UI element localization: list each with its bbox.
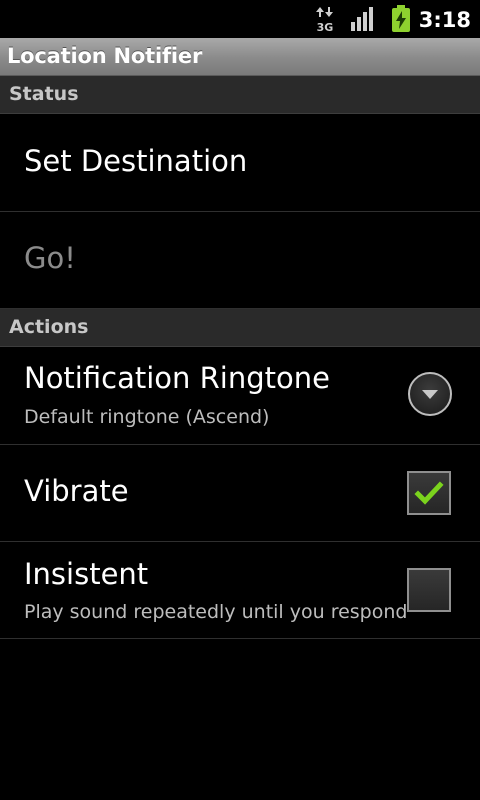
category-label: Status bbox=[9, 83, 79, 105]
app-title-bar: Location Notifier bbox=[0, 38, 480, 76]
vibrate-item[interactable]: Vibrate bbox=[0, 445, 480, 542]
set-destination-item[interactable]: Set Destination bbox=[0, 114, 480, 212]
go-label: Go! bbox=[24, 241, 76, 275]
battery-charging-icon bbox=[391, 5, 411, 33]
signal-strength-icon bbox=[350, 6, 376, 32]
go-item[interactable]: Go! bbox=[0, 212, 480, 309]
status-bar-clock: 3:18 bbox=[418, 8, 471, 32]
category-header-status: Status bbox=[0, 76, 480, 114]
notification-ringtone-item[interactable]: Notification Ringtone Default ringtone (… bbox=[0, 347, 480, 445]
insistent-item[interactable]: Insistent Play sound repeatedly until yo… bbox=[0, 542, 480, 639]
3g-data-icon: 3G bbox=[314, 6, 336, 34]
category-header-actions: Actions bbox=[0, 309, 480, 347]
category-label: Actions bbox=[9, 316, 89, 338]
ringtone-dropdown-button[interactable] bbox=[408, 372, 452, 416]
svg-text:3G: 3G bbox=[317, 21, 334, 32]
app-title: Location Notifier bbox=[7, 44, 203, 68]
set-destination-label: Set Destination bbox=[24, 144, 248, 178]
notification-ringtone-title: Notification Ringtone bbox=[24, 361, 330, 395]
vibrate-title: Vibrate bbox=[24, 474, 129, 508]
vibrate-checkbox[interactable] bbox=[407, 471, 451, 515]
status-bar: 3G 3:18 bbox=[0, 0, 480, 38]
insistent-summary: Play sound repeatedly until you respond bbox=[24, 601, 408, 623]
notification-ringtone-summary: Default ringtone (Ascend) bbox=[24, 406, 270, 428]
insistent-title: Insistent bbox=[24, 557, 149, 591]
insistent-checkbox[interactable] bbox=[407, 568, 451, 612]
